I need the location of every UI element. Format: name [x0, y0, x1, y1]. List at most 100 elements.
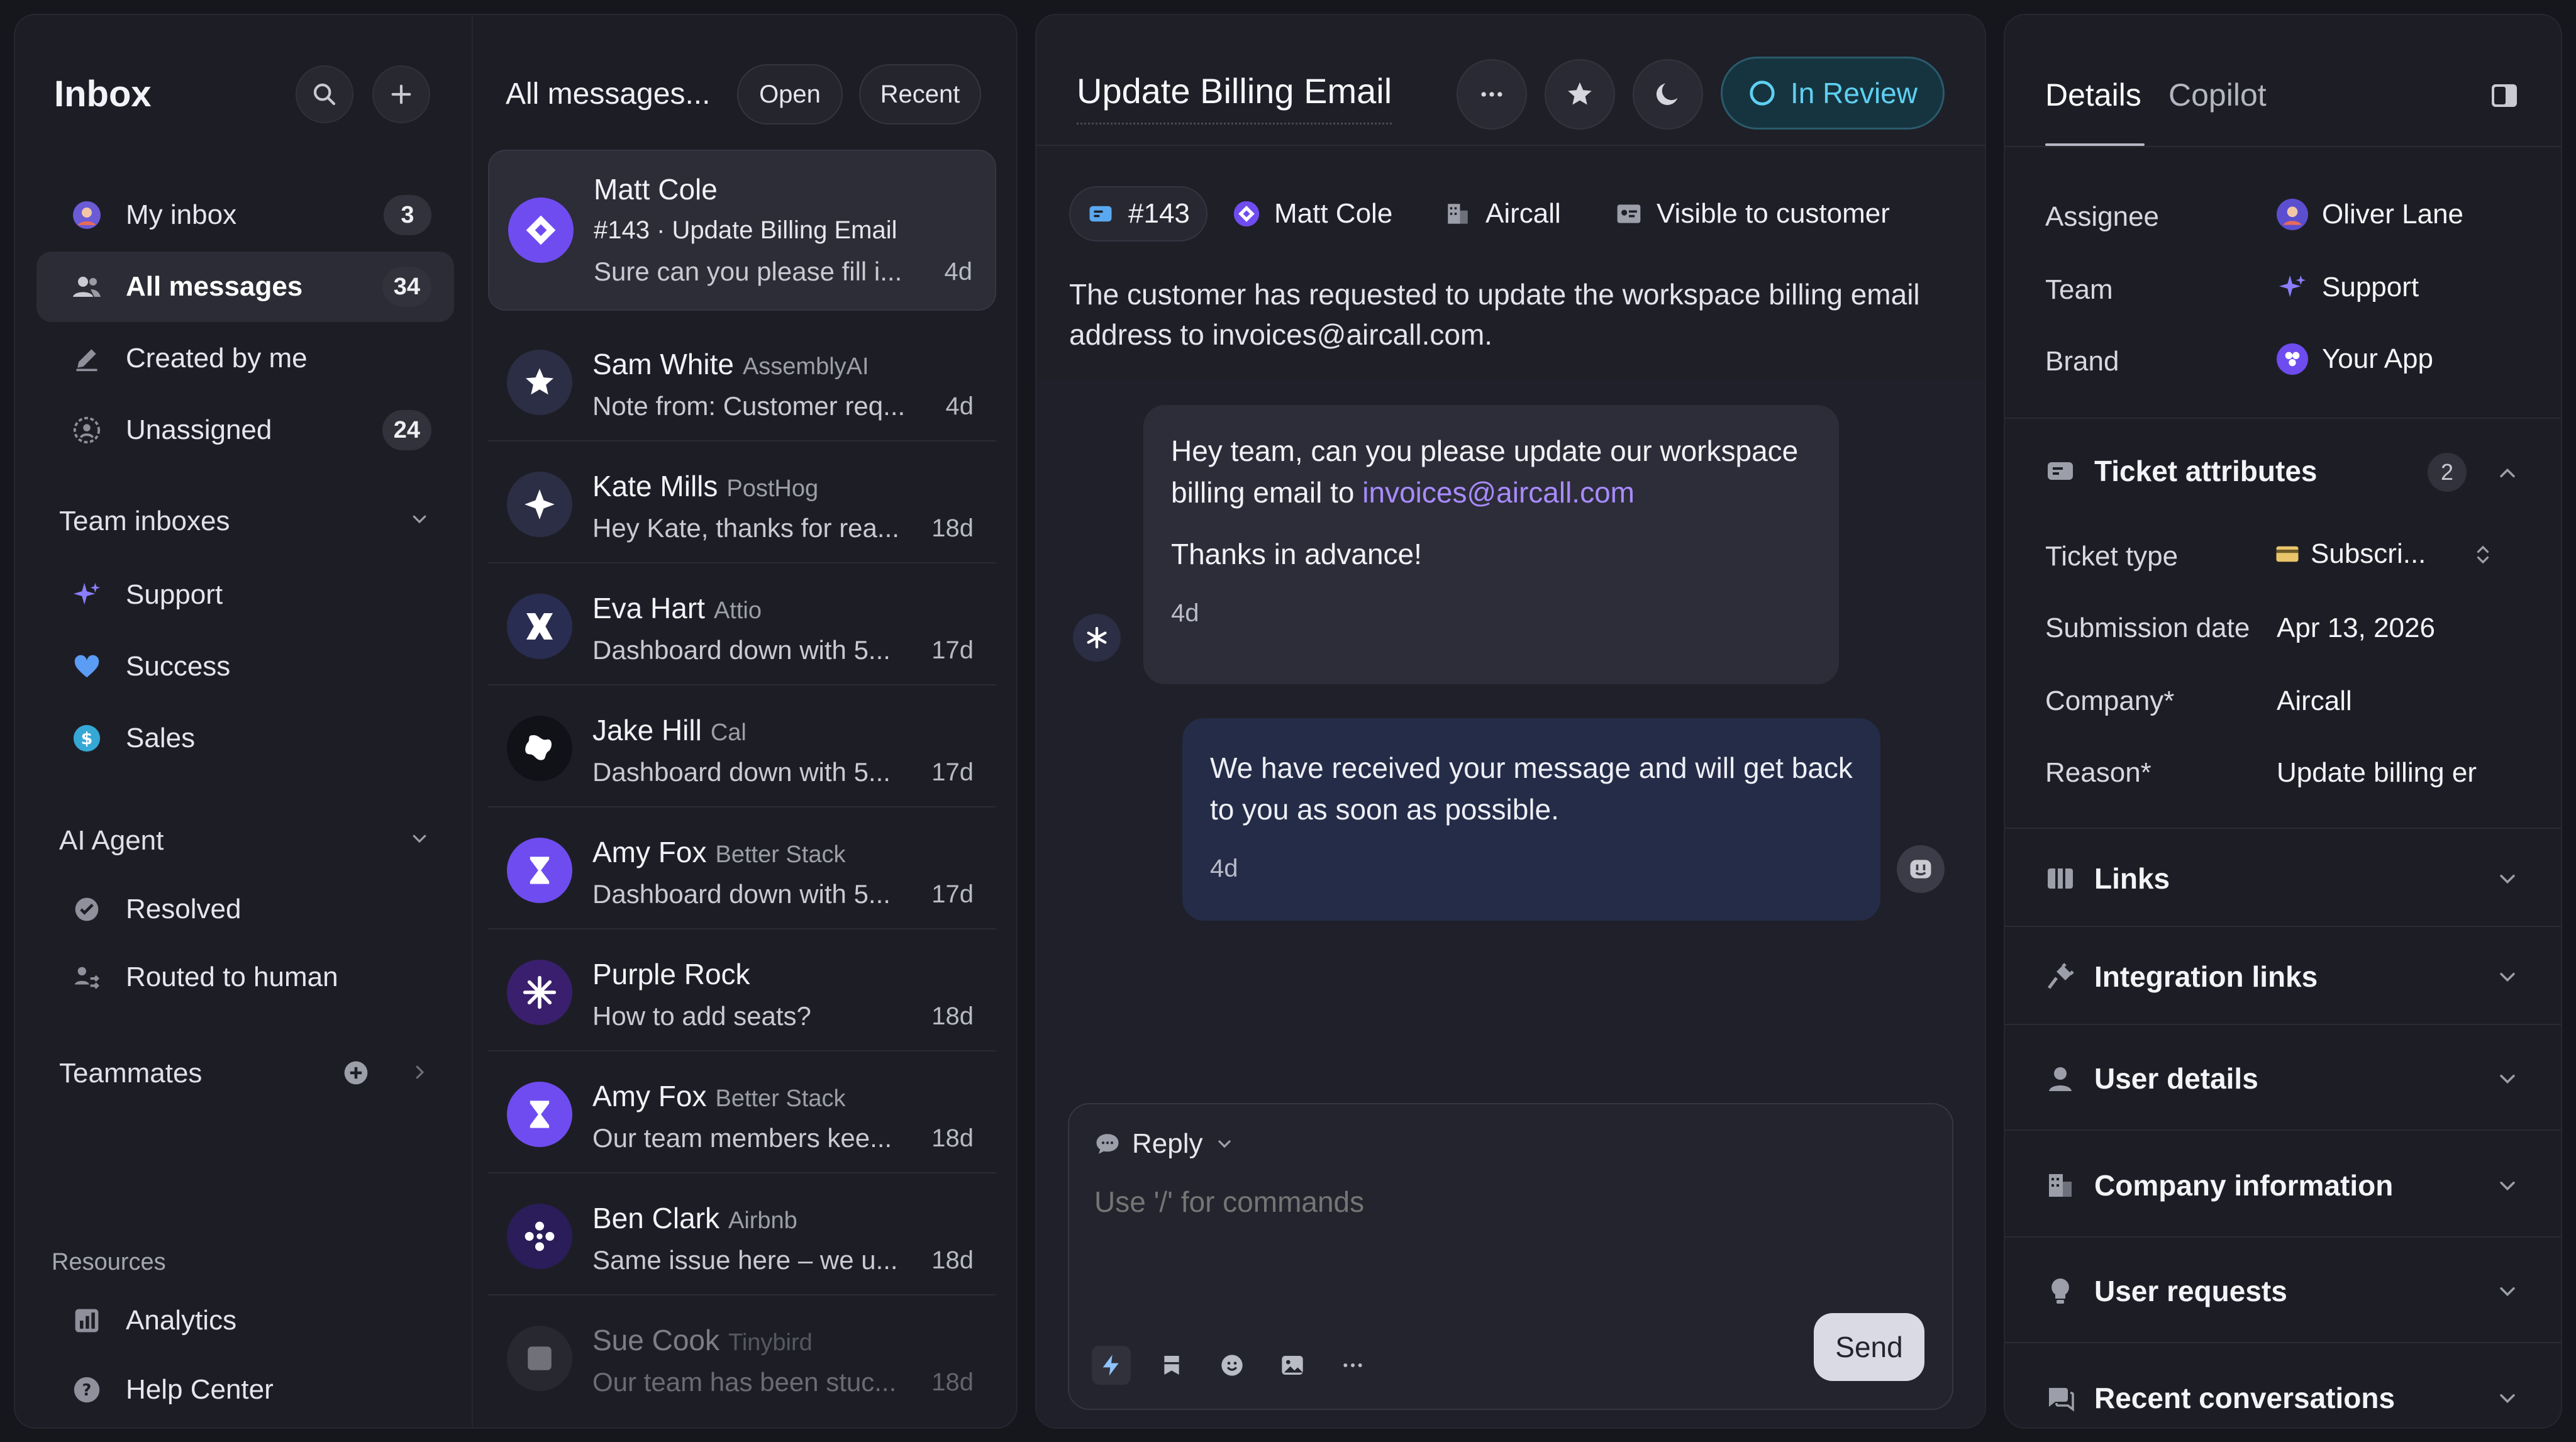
emoji-icon — [1221, 1355, 1243, 1376]
teammates-header[interactable]: Teammates — [59, 1058, 202, 1089]
sender-name: Ben Clark Airbnb — [592, 1201, 797, 1235]
chevron-down-icon[interactable] — [2497, 1280, 2518, 1302]
team-inboxes-header[interactable]: Team inboxes — [59, 506, 230, 537]
building-icon — [2049, 1174, 2072, 1197]
user-details-section-header[interactable]: User details — [2045, 1062, 2258, 1095]
message-item[interactable]: Ben Clark Airbnb Same issue here – we u..… — [488, 1176, 996, 1295]
sidebar-item-label: My inbox — [126, 199, 237, 230]
email-link[interactable]: invoices@aircall.com — [1362, 476, 1635, 509]
message-age: 4d — [945, 392, 974, 420]
sidebar-title: Inbox — [54, 74, 152, 114]
brand-value[interactable]: Your App — [2277, 343, 2433, 375]
sender-company: Better Stack — [715, 841, 846, 868]
message-age: 17d — [931, 636, 974, 664]
more-tools-button[interactable] — [1333, 1346, 1372, 1385]
new-button[interactable] — [372, 65, 430, 123]
message-item[interactable]: Sam White AssemblyAI Note from: Customer … — [488, 322, 996, 441]
sidebar-item-help-center[interactable]: ? Help Center — [36, 1358, 454, 1421]
diamond-logo-icon — [526, 215, 556, 245]
company-chip[interactable]: Aircall — [1444, 186, 1561, 241]
ticket-description: The customer has requested to update the… — [1069, 278, 1920, 351]
team-value[interactable]: Support — [2277, 272, 2419, 303]
sidebar-item-resolved[interactable]: Resolved — [36, 874, 454, 945]
reply-mode-selector[interactable]: Reply — [1094, 1128, 1235, 1160]
sender-name-text: Purple Rock — [592, 958, 750, 990]
conversation-title[interactable]: Update Billing Email — [1077, 70, 1392, 125]
message-item[interactable]: Purple Rock How to add seats? 18d — [488, 932, 996, 1051]
message-preview: How to add seats? — [592, 1001, 811, 1031]
sidebar-item-my-inbox[interactable]: My inbox 3 — [36, 180, 454, 250]
sidebar-item-routed-to-human[interactable]: Routed to human — [36, 942, 454, 1012]
building-icon — [1444, 200, 1472, 228]
chevron-up-icon[interactable] — [2497, 463, 2518, 484]
message-item[interactable]: Eva Hart Attio Dashboard down with 5... 1… — [488, 566, 996, 685]
lightbulb-icon — [2051, 1278, 2069, 1304]
conversations-icon — [2049, 1388, 2074, 1412]
assignee-value[interactable]: Oliver Lane — [2277, 199, 2463, 230]
tab-details[interactable]: Details — [2045, 77, 2141, 113]
chevron-down-icon[interactable] — [410, 829, 429, 848]
submission-date-value[interactable]: Apr 13, 2026 — [2277, 613, 2435, 644]
company-information-section-header[interactable]: Company information — [2045, 1168, 2393, 1202]
search-icon — [313, 83, 336, 106]
chevron-down-icon[interactable] — [2497, 1387, 2518, 1409]
search-button[interactable] — [296, 65, 353, 123]
message-item-selected[interactable]: Matt Cole #143 · Update Billing Email Su… — [488, 150, 996, 311]
ai-agent-header[interactable]: AI Agent — [59, 825, 164, 857]
recent-conversations-section-header[interactable]: Recent conversations — [2045, 1381, 2395, 1415]
assignee-avatar — [2277, 199, 2308, 230]
sender-name-text: Jake Hill — [592, 714, 702, 746]
sender-name: Eva Hart Attio — [592, 591, 762, 625]
snooze-button[interactable] — [1633, 59, 1703, 130]
message-item[interactable]: Sue Cook Tinybird Our team has been stuc.… — [488, 1298, 996, 1417]
chevron-down-icon — [1218, 1140, 1231, 1148]
chevron-down-icon[interactable] — [2497, 1068, 2518, 1089]
sidebar-item-analytics[interactable]: Analytics — [36, 1289, 454, 1352]
reason-value[interactable]: Update billing er — [2277, 757, 2477, 789]
links-section-header[interactable]: Links — [2045, 862, 2170, 896]
sidebar-item-unassigned[interactable]: Unassigned 24 — [36, 395, 454, 465]
user-requests-section-header[interactable]: User requests — [2045, 1274, 2287, 1308]
message-item[interactable]: Amy Fox Better Stack Our team members kee… — [488, 1054, 996, 1173]
sender-company: Attio — [713, 597, 762, 624]
message-item[interactable]: Kate Mills PostHog Hey Kate, thanks for r… — [488, 444, 996, 563]
sidebar-item-all-messages[interactable]: All messages 34 — [36, 252, 454, 322]
customer-chip[interactable]: Matt Cole — [1233, 186, 1392, 241]
chevron-down-icon[interactable] — [2497, 1175, 2518, 1196]
message-list-title[interactable]: All messages... — [506, 77, 710, 111]
add-teammate-icon[interactable] — [342, 1059, 370, 1087]
star-button[interactable] — [1545, 59, 1615, 130]
ticket-attributes-header[interactable]: Ticket attributes — [2045, 454, 2317, 488]
tab-copilot[interactable]: Copilot — [2168, 77, 2267, 113]
shortcut-tool-button[interactable] — [1092, 1346, 1131, 1385]
sidebar-item-support[interactable]: Support — [36, 560, 454, 630]
chevron-down-icon[interactable] — [410, 509, 429, 528]
select-arrows-icon[interactable] — [2472, 542, 2494, 567]
sidebar-item-sales[interactable]: $ Sales — [36, 703, 454, 774]
message-item[interactable]: Amy Fox Better Stack Dashboard down with … — [488, 810, 996, 929]
reply-input[interactable] — [1094, 1185, 1912, 1219]
chevron-right-icon[interactable] — [410, 1063, 429, 1082]
image-tool-button[interactable] — [1273, 1346, 1312, 1385]
sidebar-item-label: Resolved — [126, 894, 242, 924]
ticket-type-select[interactable]: Subscri... — [2274, 538, 2426, 570]
more-options-button[interactable] — [1457, 59, 1527, 130]
status-button[interactable]: In Review — [1721, 57, 1945, 130]
sidebar-toggle-icon[interactable] — [2489, 80, 2519, 111]
count-badge: 3 — [384, 195, 431, 235]
company-value[interactable]: Aircall — [2277, 685, 2352, 717]
ticket-id-chip[interactable]: #143 — [1069, 186, 1208, 241]
sidebar-item-created-by-me[interactable]: Created by me — [36, 323, 454, 394]
chevron-down-icon[interactable] — [2497, 868, 2518, 889]
avatar — [507, 350, 572, 415]
message-item[interactable]: Jake Hill Cal Dashboard down with 5... 17… — [488, 688, 996, 807]
article-tool-button[interactable] — [1152, 1346, 1191, 1385]
sidebar-item-success[interactable]: Success — [36, 631, 454, 702]
emoji-tool-button[interactable] — [1213, 1346, 1252, 1385]
filter-recent-button[interactable]: Recent — [859, 64, 981, 125]
visibility-chip[interactable]: Visible to customer — [1615, 186, 1890, 241]
integration-links-section-header[interactable]: Integration links — [2045, 960, 2318, 994]
chevron-down-icon[interactable] — [2497, 966, 2518, 987]
filter-open-button[interactable]: Open — [737, 64, 843, 125]
send-button[interactable]: Send — [1814, 1313, 1924, 1381]
